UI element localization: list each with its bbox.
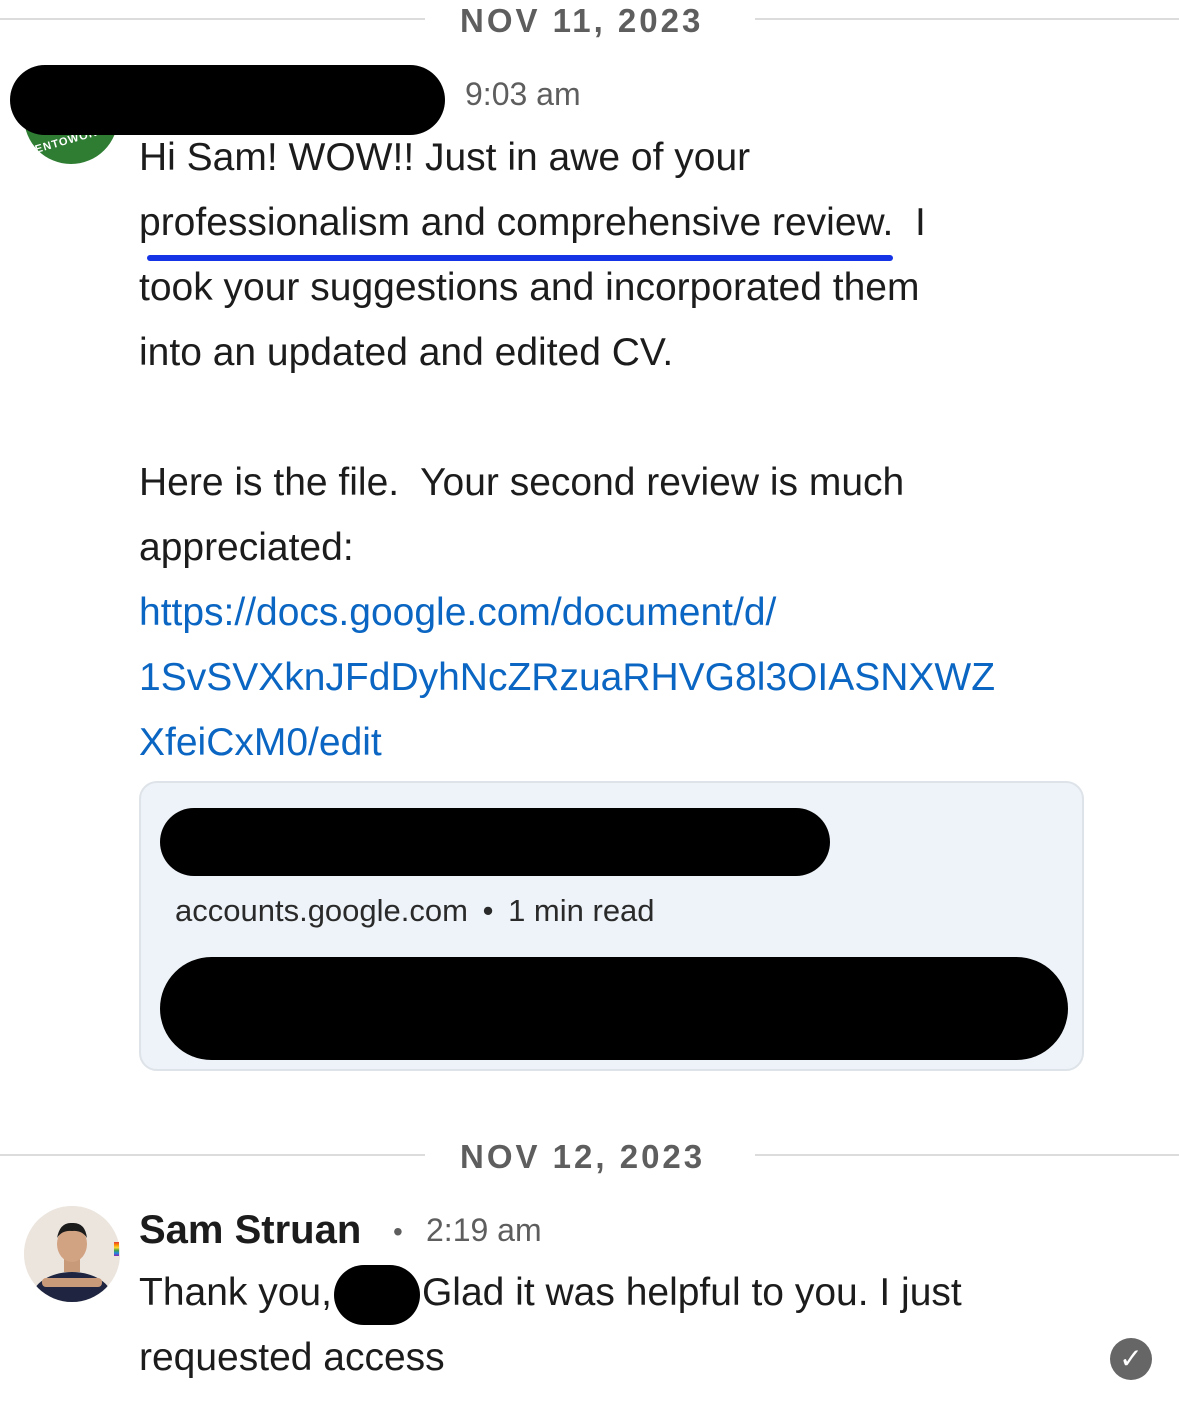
preview-meta: accounts.google.com • 1 min read — [175, 893, 655, 929]
message-line: requested access — [139, 1336, 445, 1379]
message-text: Glad it was helpful to you. I just — [421, 1271, 962, 1314]
person-avatar-icon — [24, 1206, 120, 1302]
date-divider-right — [755, 1154, 1179, 1156]
document-link[interactable]: https://docs.google.com/document/d/ 1SvS… — [139, 580, 1139, 775]
message-line: appreciated: — [139, 526, 354, 569]
link-line[interactable]: 1SvSVXknJFdDyhNcZRzuaRHVG8l3OIASNXWZ — [139, 656, 995, 699]
meta-separator: • — [393, 1216, 403, 1247]
date-divider-left — [0, 1154, 425, 1156]
message-text: I — [893, 201, 926, 244]
sam-struan-avatar[interactable] — [24, 1206, 120, 1302]
date-divider-right — [755, 18, 1179, 20]
redacted-preview-description — [160, 957, 1068, 1060]
message-timestamp: 2:19 am — [426, 1212, 542, 1248]
redacted-recipient-name — [333, 1264, 420, 1325]
highlighted-text: professionalism and comprehensive review… — [139, 190, 894, 261]
preview-domain: accounts.google.com — [175, 893, 468, 928]
sender-name[interactable]: Sam Struan — [139, 1208, 361, 1253]
meta-separator: • — [482, 893, 494, 928]
message-text: Thank you, — [139, 1271, 332, 1314]
link-line[interactable]: https://docs.google.com/document/d/ — [139, 591, 776, 634]
link-line[interactable]: XfeiCxM0/edit — [139, 721, 382, 764]
message-line: professionalism and comprehensive review… — [139, 190, 1139, 261]
date-divider-left — [0, 18, 425, 20]
message-line: took your suggestions and incorporated t… — [139, 266, 920, 309]
pride-badge — [114, 1242, 119, 1256]
message-body: Thank you, Glad it was helpful to you. I … — [139, 1260, 1139, 1390]
check-circle-icon: ✓ — [1110, 1338, 1152, 1380]
message-line: Here is the file. Your second review is … — [139, 461, 905, 504]
message-line: Hi Sam! WOW!! Just in awe of your — [139, 136, 751, 179]
date-separator: NOV 12, 2023 — [460, 1138, 706, 1175]
message-body: Hi Sam! WOW!! Just in awe of your profes… — [139, 125, 1139, 775]
preview-read-time: 1 min read — [508, 893, 655, 928]
message-line: Thank you, Glad it was helpful to you. I … — [139, 1260, 1139, 1325]
message-timestamp: 9:03 am — [465, 76, 581, 112]
redacted-preview-title — [160, 808, 830, 876]
date-separator: NOV 11, 2023 — [460, 2, 704, 39]
message-line: into an updated and edited CV. — [139, 331, 674, 374]
